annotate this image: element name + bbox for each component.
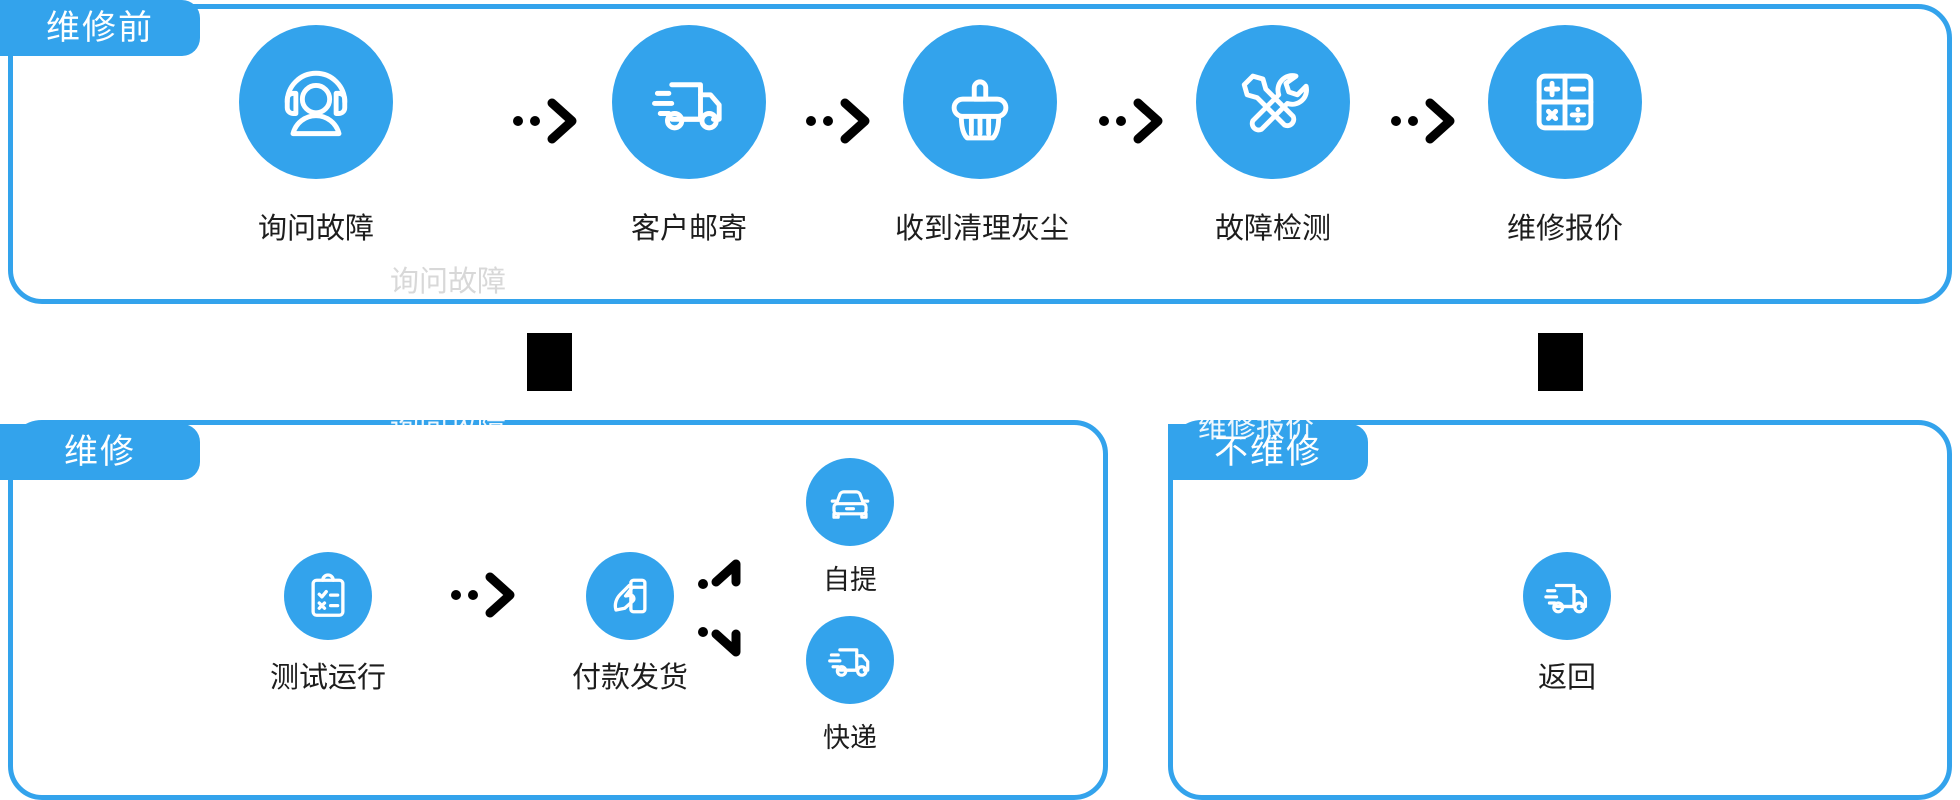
step-return[interactable]: 返回 bbox=[1482, 552, 1652, 696]
badge-repair: 维修 bbox=[0, 424, 200, 480]
step-receive-clean-dust[interactable]: 收到清理灰尘 bbox=[895, 25, 1070, 247]
missing-glyph-box-left bbox=[527, 333, 572, 391]
delivery-truck-icon bbox=[612, 25, 766, 179]
dotted-branch-arrow bbox=[694, 552, 756, 669]
clipboard-checklist-icon bbox=[284, 552, 372, 640]
step-express-delivery[interactable]: 快递 bbox=[775, 616, 925, 755]
delivery-truck-icon bbox=[806, 616, 894, 704]
step-payment-shipping[interactable]: 付款发货 bbox=[545, 552, 715, 696]
connector-arrow-4 bbox=[1388, 93, 1460, 149]
step-label: 询问故障 bbox=[257, 213, 374, 245]
step-label: 付款发货 bbox=[571, 662, 688, 694]
connector-arrow-2 bbox=[803, 93, 875, 149]
headset-support-icon bbox=[239, 25, 393, 179]
calculator-icon bbox=[1488, 25, 1642, 179]
connector-arrow-3 bbox=[1096, 93, 1168, 149]
step-label: 收到清理灰尘 bbox=[895, 213, 1070, 245]
step-label: 故障检测 bbox=[1214, 213, 1331, 245]
step-repair-quote[interactable]: 维修报价 bbox=[1480, 25, 1650, 247]
ghost-label-left: 询问故障 bbox=[390, 266, 507, 298]
step-label: 客户邮寄 bbox=[630, 213, 747, 245]
wrench-screwdriver-icon bbox=[1196, 25, 1350, 179]
step-self-pickup[interactable]: 自提 bbox=[775, 458, 925, 597]
step-label: 返回 bbox=[1537, 662, 1596, 694]
step-label: 快递 bbox=[823, 723, 877, 753]
ghost-label-left-2: 询问故障 bbox=[390, 412, 507, 444]
card-payment-icon bbox=[586, 552, 674, 640]
connector-arrow-5 bbox=[448, 567, 520, 623]
cleaning-brush-icon bbox=[903, 25, 1057, 179]
ghost-label-right: 维修报价 bbox=[1198, 412, 1315, 444]
step-fault-detection[interactable]: 故障检测 bbox=[1188, 25, 1358, 247]
step-test-run[interactable]: 测试运行 bbox=[243, 552, 413, 696]
step-customer-mail[interactable]: 客户邮寄 bbox=[604, 25, 774, 247]
delivery-truck-icon bbox=[1523, 552, 1611, 640]
step-label: 测试运行 bbox=[269, 662, 386, 694]
missing-glyph-box-right bbox=[1538, 333, 1583, 391]
connector-arrow-1 bbox=[510, 93, 582, 149]
step-label: 维修报价 bbox=[1506, 213, 1623, 245]
car-front-icon bbox=[806, 458, 894, 546]
badge-before-repair: 维修前 bbox=[0, 0, 200, 56]
step-label: 自提 bbox=[823, 565, 877, 595]
step-inquire-fault[interactable]: 询问故障 bbox=[231, 25, 401, 247]
